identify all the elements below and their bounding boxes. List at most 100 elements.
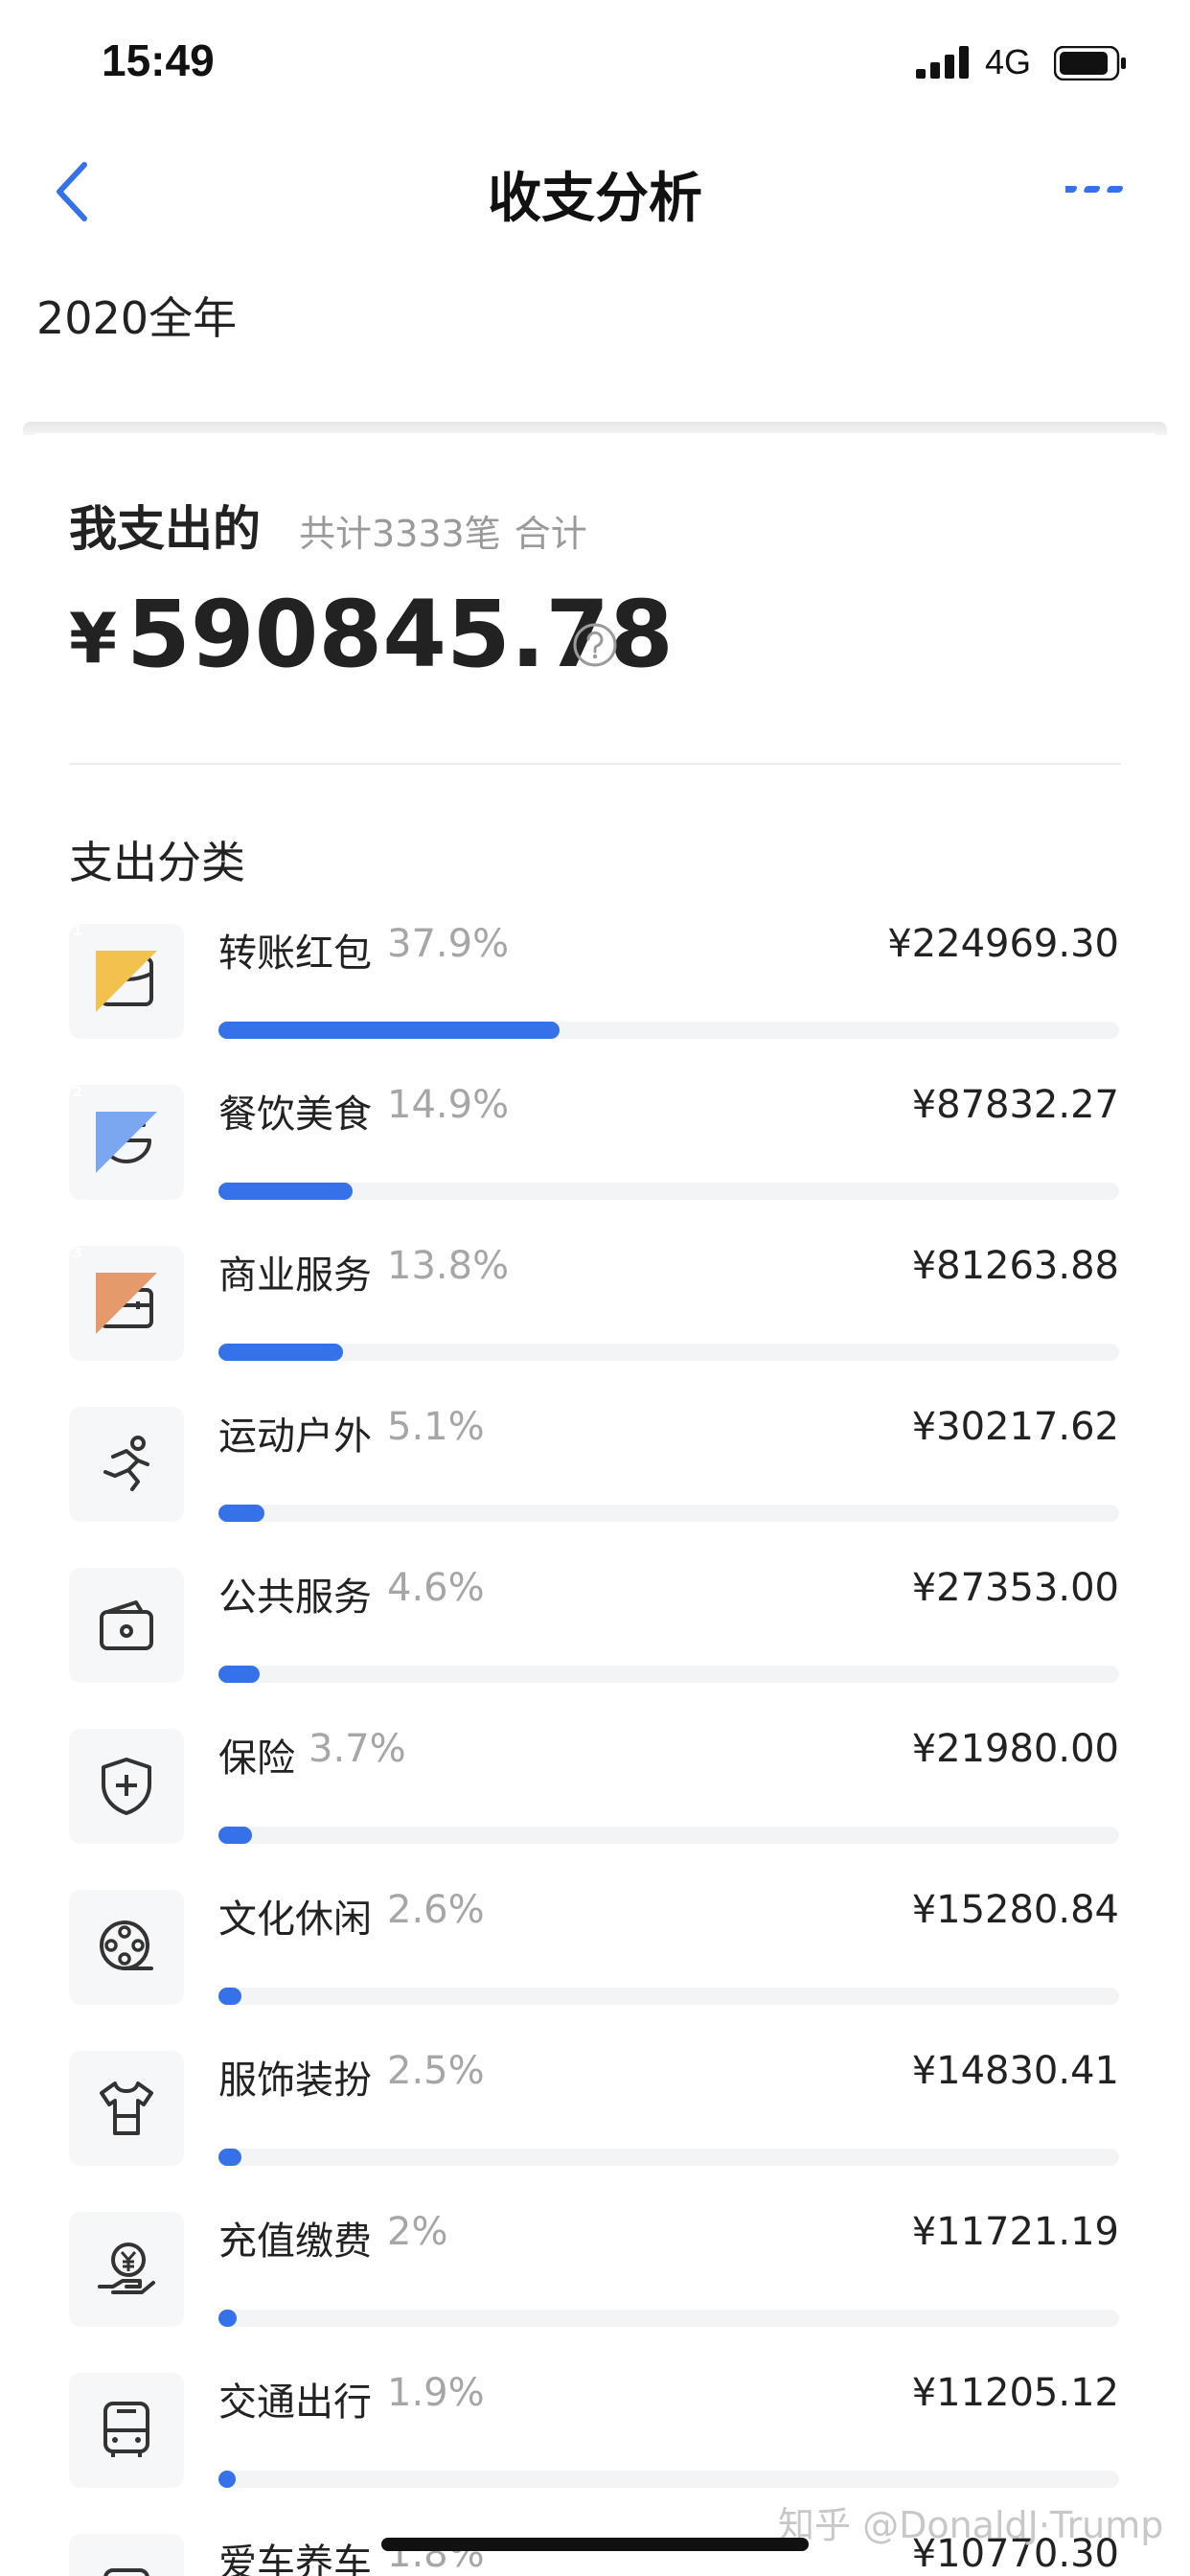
divider xyxy=(69,763,1121,765)
share-bar-fill xyxy=(218,1344,343,1361)
rank-number: 3 xyxy=(73,1246,82,1261)
category-icon-box xyxy=(69,2212,184,2327)
nav-bar: 收支分析 xyxy=(0,144,1190,240)
category-row[interactable]: 公共服务 4.6% ¥27353.00 xyxy=(0,1564,1190,1725)
category-icon-box: 3 xyxy=(69,1246,184,1361)
category-icon-box xyxy=(69,1568,184,1683)
category-name: 充值缴费 xyxy=(218,2220,372,2264)
category-row[interactable]: 充值缴费 2% ¥11721.19 xyxy=(0,2208,1190,2369)
category-amount: ¥15280.84 xyxy=(911,1888,1119,1932)
shield-plus-icon xyxy=(102,1758,151,1815)
category-row[interactable]: 2 餐饮美食 14.9% ¥87832.27 xyxy=(0,1081,1190,1242)
category-name: 爱车养车 xyxy=(218,2542,372,2576)
category-icon-box xyxy=(69,2051,184,2166)
wallet-icon xyxy=(100,1600,153,1650)
category-percent: 1.9% xyxy=(387,2371,485,2415)
share-bar-fill xyxy=(218,1827,252,1844)
category-amount: ¥21980.00 xyxy=(911,1727,1119,1771)
share-bar-track xyxy=(218,2149,1119,2166)
share-bar-fill xyxy=(218,1183,353,1200)
status-time: 15:49 xyxy=(102,35,215,85)
category-percent: 2.5% xyxy=(387,2049,485,2093)
category-amount: ¥27353.00 xyxy=(911,1566,1119,1610)
rank-number: 2 xyxy=(73,1085,82,1100)
category-name: 运动户外 xyxy=(218,1414,372,1459)
share-bar-fill xyxy=(218,1022,560,1039)
car-icon xyxy=(103,2568,149,2576)
running-icon xyxy=(103,1436,149,1491)
category-icon-box xyxy=(69,2534,184,2576)
category-amount: ¥11721.19 xyxy=(911,2210,1119,2254)
rank-number: 1 xyxy=(73,924,82,939)
category-name: 交通出行 xyxy=(218,2380,372,2425)
page-title: 收支分析 xyxy=(488,168,702,230)
share-bar-track xyxy=(218,1022,1119,1039)
category-percent: 2% xyxy=(387,2210,448,2254)
category-name: 商业服务 xyxy=(218,1254,372,1298)
film-reel-icon xyxy=(100,1920,153,1970)
watermark: 知乎 @DonaldJ·Trump xyxy=(778,2504,1164,2546)
category-percent: 3.7% xyxy=(309,1727,406,1771)
category-amount: ¥87832.27 xyxy=(911,1083,1119,1127)
share-bar-fill xyxy=(218,1505,264,1522)
category-icon-box xyxy=(69,2373,184,2488)
category-amount: ¥224969.30 xyxy=(887,922,1119,966)
share-bar-track xyxy=(218,1344,1119,1361)
category-name: 保险 xyxy=(218,1736,295,1781)
home-indicator xyxy=(381,2538,809,2551)
battery-icon xyxy=(1054,46,1126,80)
share-bar-track xyxy=(218,1183,1119,1200)
category-percent: 37.9% xyxy=(387,922,510,966)
category-row[interactable]: 运动户外 5.1% ¥30217.62 xyxy=(0,1403,1190,1564)
category-amount: ¥30217.62 xyxy=(911,1405,1119,1449)
section-title: 支出分类 xyxy=(69,837,245,888)
tshirt-icon xyxy=(100,2082,153,2135)
category-icon-box xyxy=(69,1407,184,1522)
category-percent: 14.9% xyxy=(387,1083,510,1127)
transaction-count: 共计3333笔 xyxy=(299,513,501,555)
category-row[interactable]: 保险 3.7% ¥21980.00 xyxy=(0,1725,1190,1886)
category-name: 餐饮美食 xyxy=(218,1092,372,1137)
currency-symbol: ¥ xyxy=(69,598,118,678)
share-bar-track xyxy=(218,1988,1119,2005)
period-selector[interactable]: 2020全年 xyxy=(36,284,237,347)
bus-icon xyxy=(103,2402,149,2457)
yuan-hand-icon xyxy=(98,2242,155,2294)
share-bar-fill xyxy=(218,1988,241,2005)
category-percent: 5.1% xyxy=(387,1405,485,1449)
category-icon-box xyxy=(69,1890,184,2005)
category-name: 文化休闲 xyxy=(218,1898,372,1942)
share-bar-track xyxy=(218,1666,1119,1683)
help-icon[interactable] xyxy=(571,621,619,669)
category-icon-box: 2 xyxy=(69,1085,184,1200)
network-type: 4G xyxy=(985,42,1032,81)
category-name: 服饰装扮 xyxy=(218,2058,372,2103)
signal-strength-icon xyxy=(916,46,969,79)
category-percent: 13.8% xyxy=(387,1244,510,1288)
category-amount: ¥11205.12 xyxy=(911,2371,1119,2415)
more-dots-icon[interactable] xyxy=(1065,172,1133,211)
category-percent: 4.6% xyxy=(387,1566,485,1610)
category-row[interactable]: 服饰装扮 2.5% ¥14830.41 xyxy=(0,2047,1190,2208)
status-bar: 15:49 4G xyxy=(0,0,1190,134)
category-icon-box: 1 xyxy=(69,924,184,1039)
share-bar-fill xyxy=(218,2310,237,2327)
summary-subtitle: 共计3333笔 合计 xyxy=(299,504,587,557)
share-bar-track xyxy=(218,2310,1119,2327)
category-name: 公共服务 xyxy=(218,1576,372,1620)
category-amount: ¥14830.41 xyxy=(911,2049,1119,2093)
share-bar-track xyxy=(218,1827,1119,1844)
share-bar-fill xyxy=(218,1666,260,1683)
category-name: 转账红包 xyxy=(218,932,372,976)
summary-label: 我支出的 xyxy=(69,501,261,557)
share-bar-fill xyxy=(218,2471,236,2488)
category-row[interactable]: 1 转账红包 37.9% ¥224969.30 xyxy=(0,920,1190,1081)
share-bar-track xyxy=(218,2471,1119,2488)
category-amount: ¥81263.88 xyxy=(911,1244,1119,1288)
share-bar-fill xyxy=(218,2149,241,2166)
category-row[interactable]: 3 商业服务 13.8% ¥81263.88 xyxy=(0,1242,1190,1403)
category-percent: 2.6% xyxy=(387,1888,485,1932)
category-icon-box xyxy=(69,1729,184,1844)
category-row[interactable]: 文化休闲 2.6% ¥15280.84 xyxy=(0,1886,1190,2047)
sum-label: 合计 xyxy=(514,513,587,555)
